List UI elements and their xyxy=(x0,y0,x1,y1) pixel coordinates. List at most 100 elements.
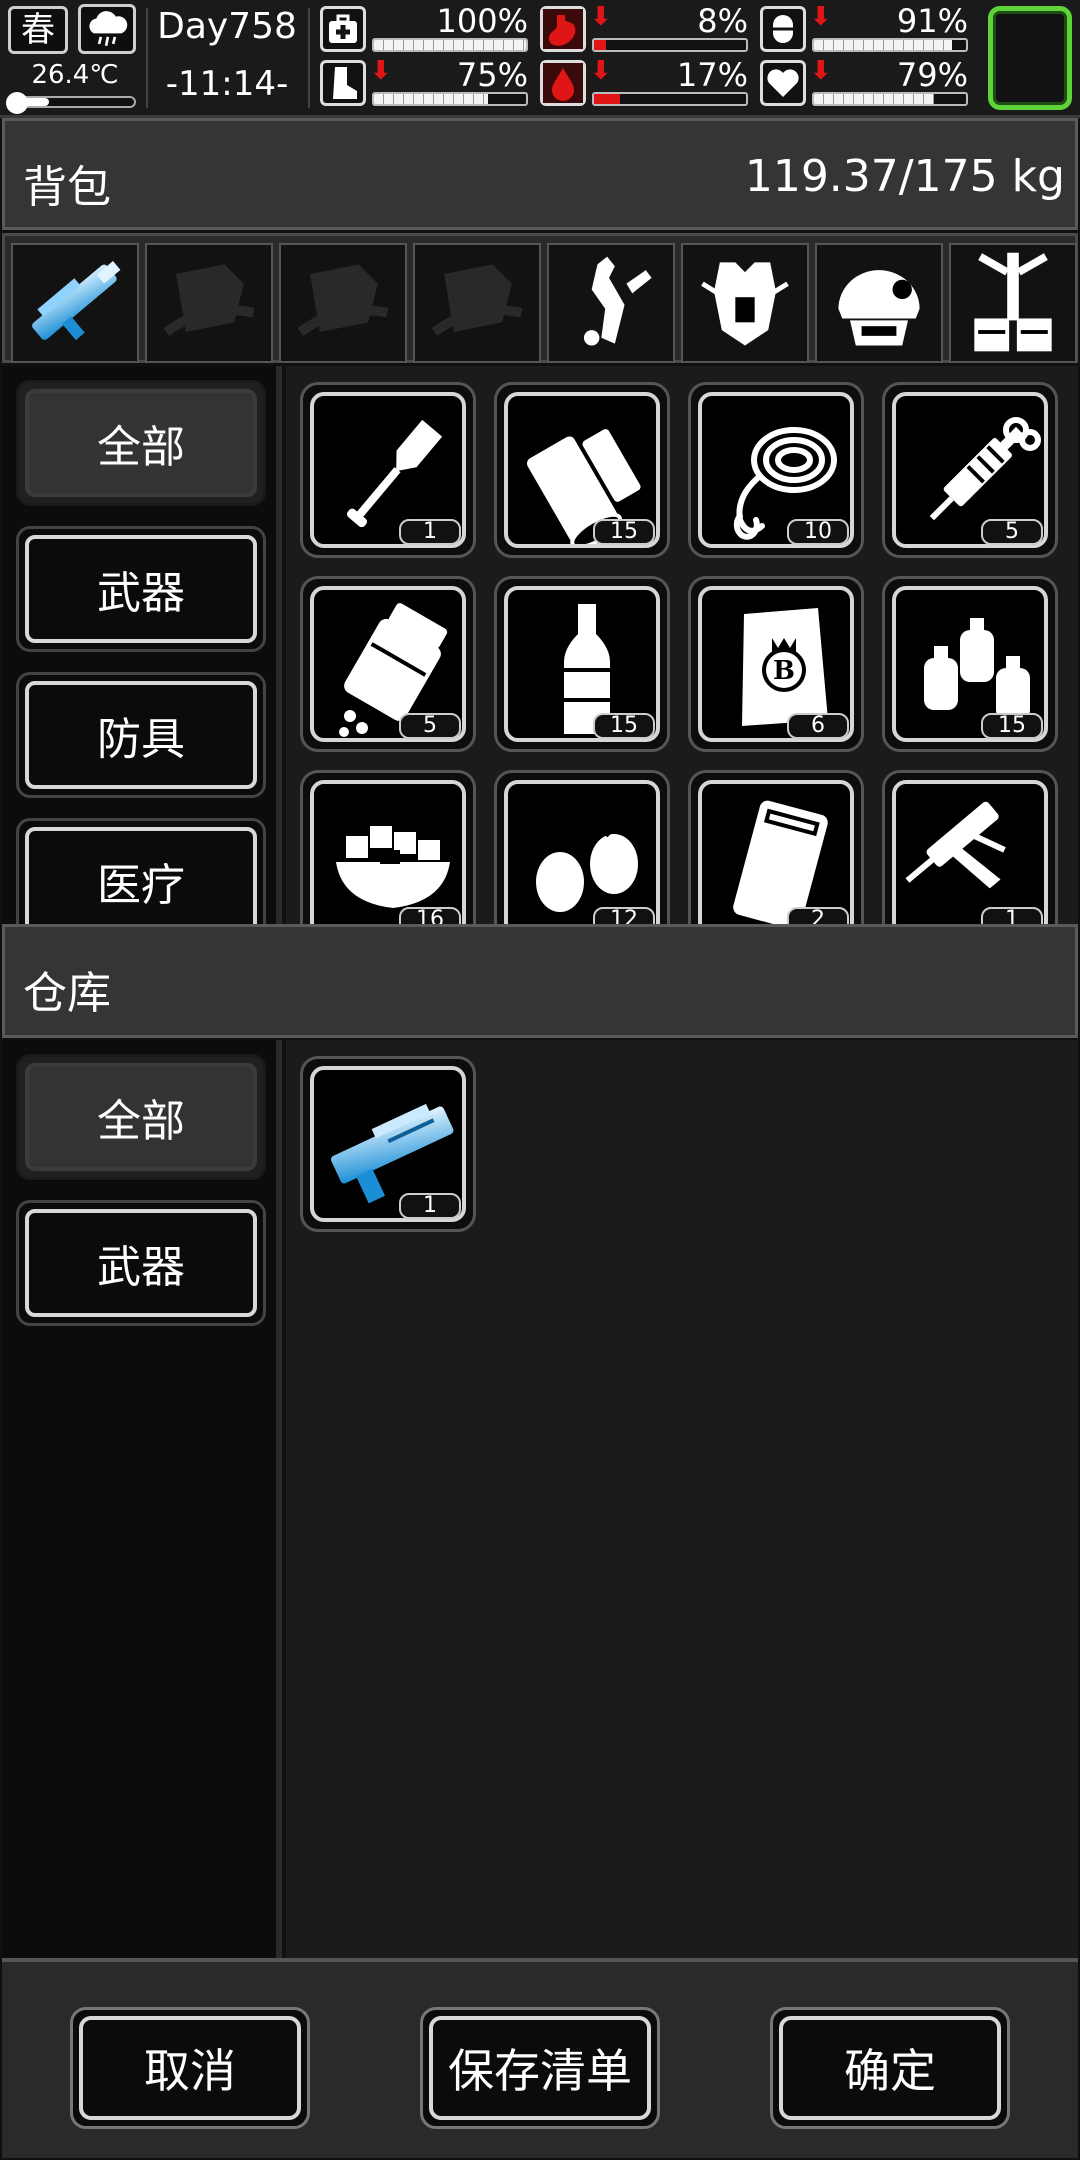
medkit-icon xyxy=(320,6,366,52)
save-list-label: 保存清单 xyxy=(429,2016,651,2120)
equipment-slot[interactable] xyxy=(815,243,943,363)
inventory-item[interactable]: 1 xyxy=(300,382,476,558)
down-arrow-icon: ⬇ xyxy=(590,2,612,32)
equipment-slot[interactable] xyxy=(145,243,273,363)
down-arrow-icon: ⬇ xyxy=(810,56,832,86)
inventory-item[interactable]: 5 xyxy=(882,382,1058,558)
confirm-label: 确定 xyxy=(779,2016,1001,2120)
stat-bar xyxy=(372,38,528,52)
leg-icon xyxy=(320,60,366,106)
item-quantity: 16 xyxy=(399,907,461,924)
armor-vest-icon xyxy=(683,245,807,361)
backpack-category-list: 全部 武器 防具 医疗 xyxy=(2,366,282,944)
stat-value: 79% xyxy=(896,56,968,94)
equipment-slot[interactable] xyxy=(949,243,1077,363)
stat-bar xyxy=(372,92,528,106)
stat-health: 100% xyxy=(320,2,530,56)
backpack-title: 背包 xyxy=(23,162,111,213)
pill-icon xyxy=(760,6,806,52)
quick-slot-button[interactable] xyxy=(988,6,1072,110)
backpack-weight: 119.37/175 kg xyxy=(744,151,1065,202)
helmet-icon xyxy=(817,245,941,361)
inventory-item[interactable]: 15 xyxy=(494,576,670,752)
stat-value: 17% xyxy=(676,56,748,94)
stat-value: 91% xyxy=(896,2,968,40)
save-list-button[interactable]: 保存清单 xyxy=(420,2007,660,2129)
warehouse-category-list: 全部 武器 xyxy=(2,1040,282,1958)
item-quantity: 12 xyxy=(593,907,655,924)
inventory-item[interactable]: 5 xyxy=(300,576,476,752)
inventory-item[interactable]: 1 xyxy=(882,770,1058,924)
inventory-item[interactable]: 15 xyxy=(494,382,670,558)
stomach-icon xyxy=(540,6,586,52)
item-quantity: 5 xyxy=(981,519,1043,545)
svg-text:B: B xyxy=(773,656,795,686)
category-tab[interactable]: 武器 xyxy=(16,526,266,652)
exoskeleton-icon xyxy=(951,245,1075,361)
backpack-item-grid: 1 15 10 5 5 15 B 6 15 16 12 2 1 xyxy=(286,366,1078,924)
equipment-row xyxy=(2,233,1078,363)
item-quantity: 15 xyxy=(593,519,655,545)
empty-armor-slot-icon xyxy=(281,245,405,361)
inventory-item[interactable]: 16 xyxy=(300,770,476,924)
backpack-header: 背包 119.37/175 kg xyxy=(2,118,1078,230)
rain-cloud-icon xyxy=(78,4,136,54)
stat-bar xyxy=(592,92,748,106)
category-label: 医疗 xyxy=(25,827,257,935)
equipment-slot[interactable] xyxy=(681,243,809,363)
confirm-button[interactable]: 确定 xyxy=(770,2007,1010,2129)
stat-value: 75% xyxy=(456,56,528,94)
category-label: 防具 xyxy=(25,681,257,789)
equipment-slot[interactable] xyxy=(279,243,407,363)
category-label: 武器 xyxy=(25,535,257,643)
inventory-item[interactable]: B6 xyxy=(688,576,864,752)
equipment-slot[interactable] xyxy=(413,243,541,363)
equipment-slot[interactable] xyxy=(547,243,675,363)
item-quantity: 15 xyxy=(981,713,1043,739)
item-quantity: 1 xyxy=(399,519,461,545)
stat-thirst: ⬇ 17% xyxy=(540,56,750,110)
equipment-slot[interactable] xyxy=(11,243,139,363)
down-arrow-icon: ⬇ xyxy=(370,56,392,86)
category-label: 武器 xyxy=(25,1209,257,1317)
category-tab[interactable]: 全部 xyxy=(16,380,266,506)
warehouse-header: 仓库 xyxy=(2,924,1078,1038)
status-bar: 春 26.4℃ Day758 -11:14- 100% ⬇ 8% ⬇ 91% ⬇ 75% ⬇ 1… xyxy=(0,0,1080,118)
stat-mood: ⬇ 79% xyxy=(760,56,970,110)
warehouse-item-grid: 1 xyxy=(286,1040,1078,1958)
category-label: 全部 xyxy=(25,389,257,497)
inventory-item[interactable]: 12 xyxy=(494,770,670,924)
heart-icon xyxy=(760,60,806,106)
cancel-label: 取消 xyxy=(79,2016,301,2120)
stat-value: 8% xyxy=(697,2,748,40)
item-quantity: 1 xyxy=(399,1193,461,1219)
inventory-item[interactable]: 10 xyxy=(688,382,864,558)
thermometer-icon xyxy=(6,92,28,114)
category-tab[interactable]: 武器 xyxy=(16,1200,266,1326)
season-badge: 春 xyxy=(8,6,68,54)
item-frame xyxy=(698,780,854,924)
stat-bar xyxy=(592,38,748,52)
inventory-item[interactable]: 15 xyxy=(882,576,1058,752)
item-frame xyxy=(310,780,466,924)
category-tab[interactable]: 全部 xyxy=(16,1054,266,1180)
stat-sanity: ⬇ 91% xyxy=(760,2,970,56)
category-tab[interactable]: 防具 xyxy=(16,672,266,798)
divider xyxy=(308,8,310,108)
item-quantity: 2 xyxy=(787,907,849,924)
water-drop-icon xyxy=(540,60,586,106)
empty-armor-slot-icon xyxy=(415,245,539,361)
stat-bar xyxy=(812,38,968,52)
plasma-rifle-icon xyxy=(13,245,137,361)
item-quantity: 1 xyxy=(981,907,1043,924)
backpack-gear-icon xyxy=(549,245,673,361)
down-arrow-icon: ⬇ xyxy=(590,56,612,86)
stat-bar xyxy=(812,92,968,106)
cancel-button[interactable]: 取消 xyxy=(70,2007,310,2129)
warehouse-title: 仓库 xyxy=(23,968,111,1019)
stat-value: 100% xyxy=(436,2,528,40)
item-frame xyxy=(892,780,1048,924)
inventory-item[interactable]: 1 xyxy=(300,1056,476,1232)
inventory-item[interactable]: 2 xyxy=(688,770,864,924)
temperature-label: 26.4℃ xyxy=(31,60,119,90)
